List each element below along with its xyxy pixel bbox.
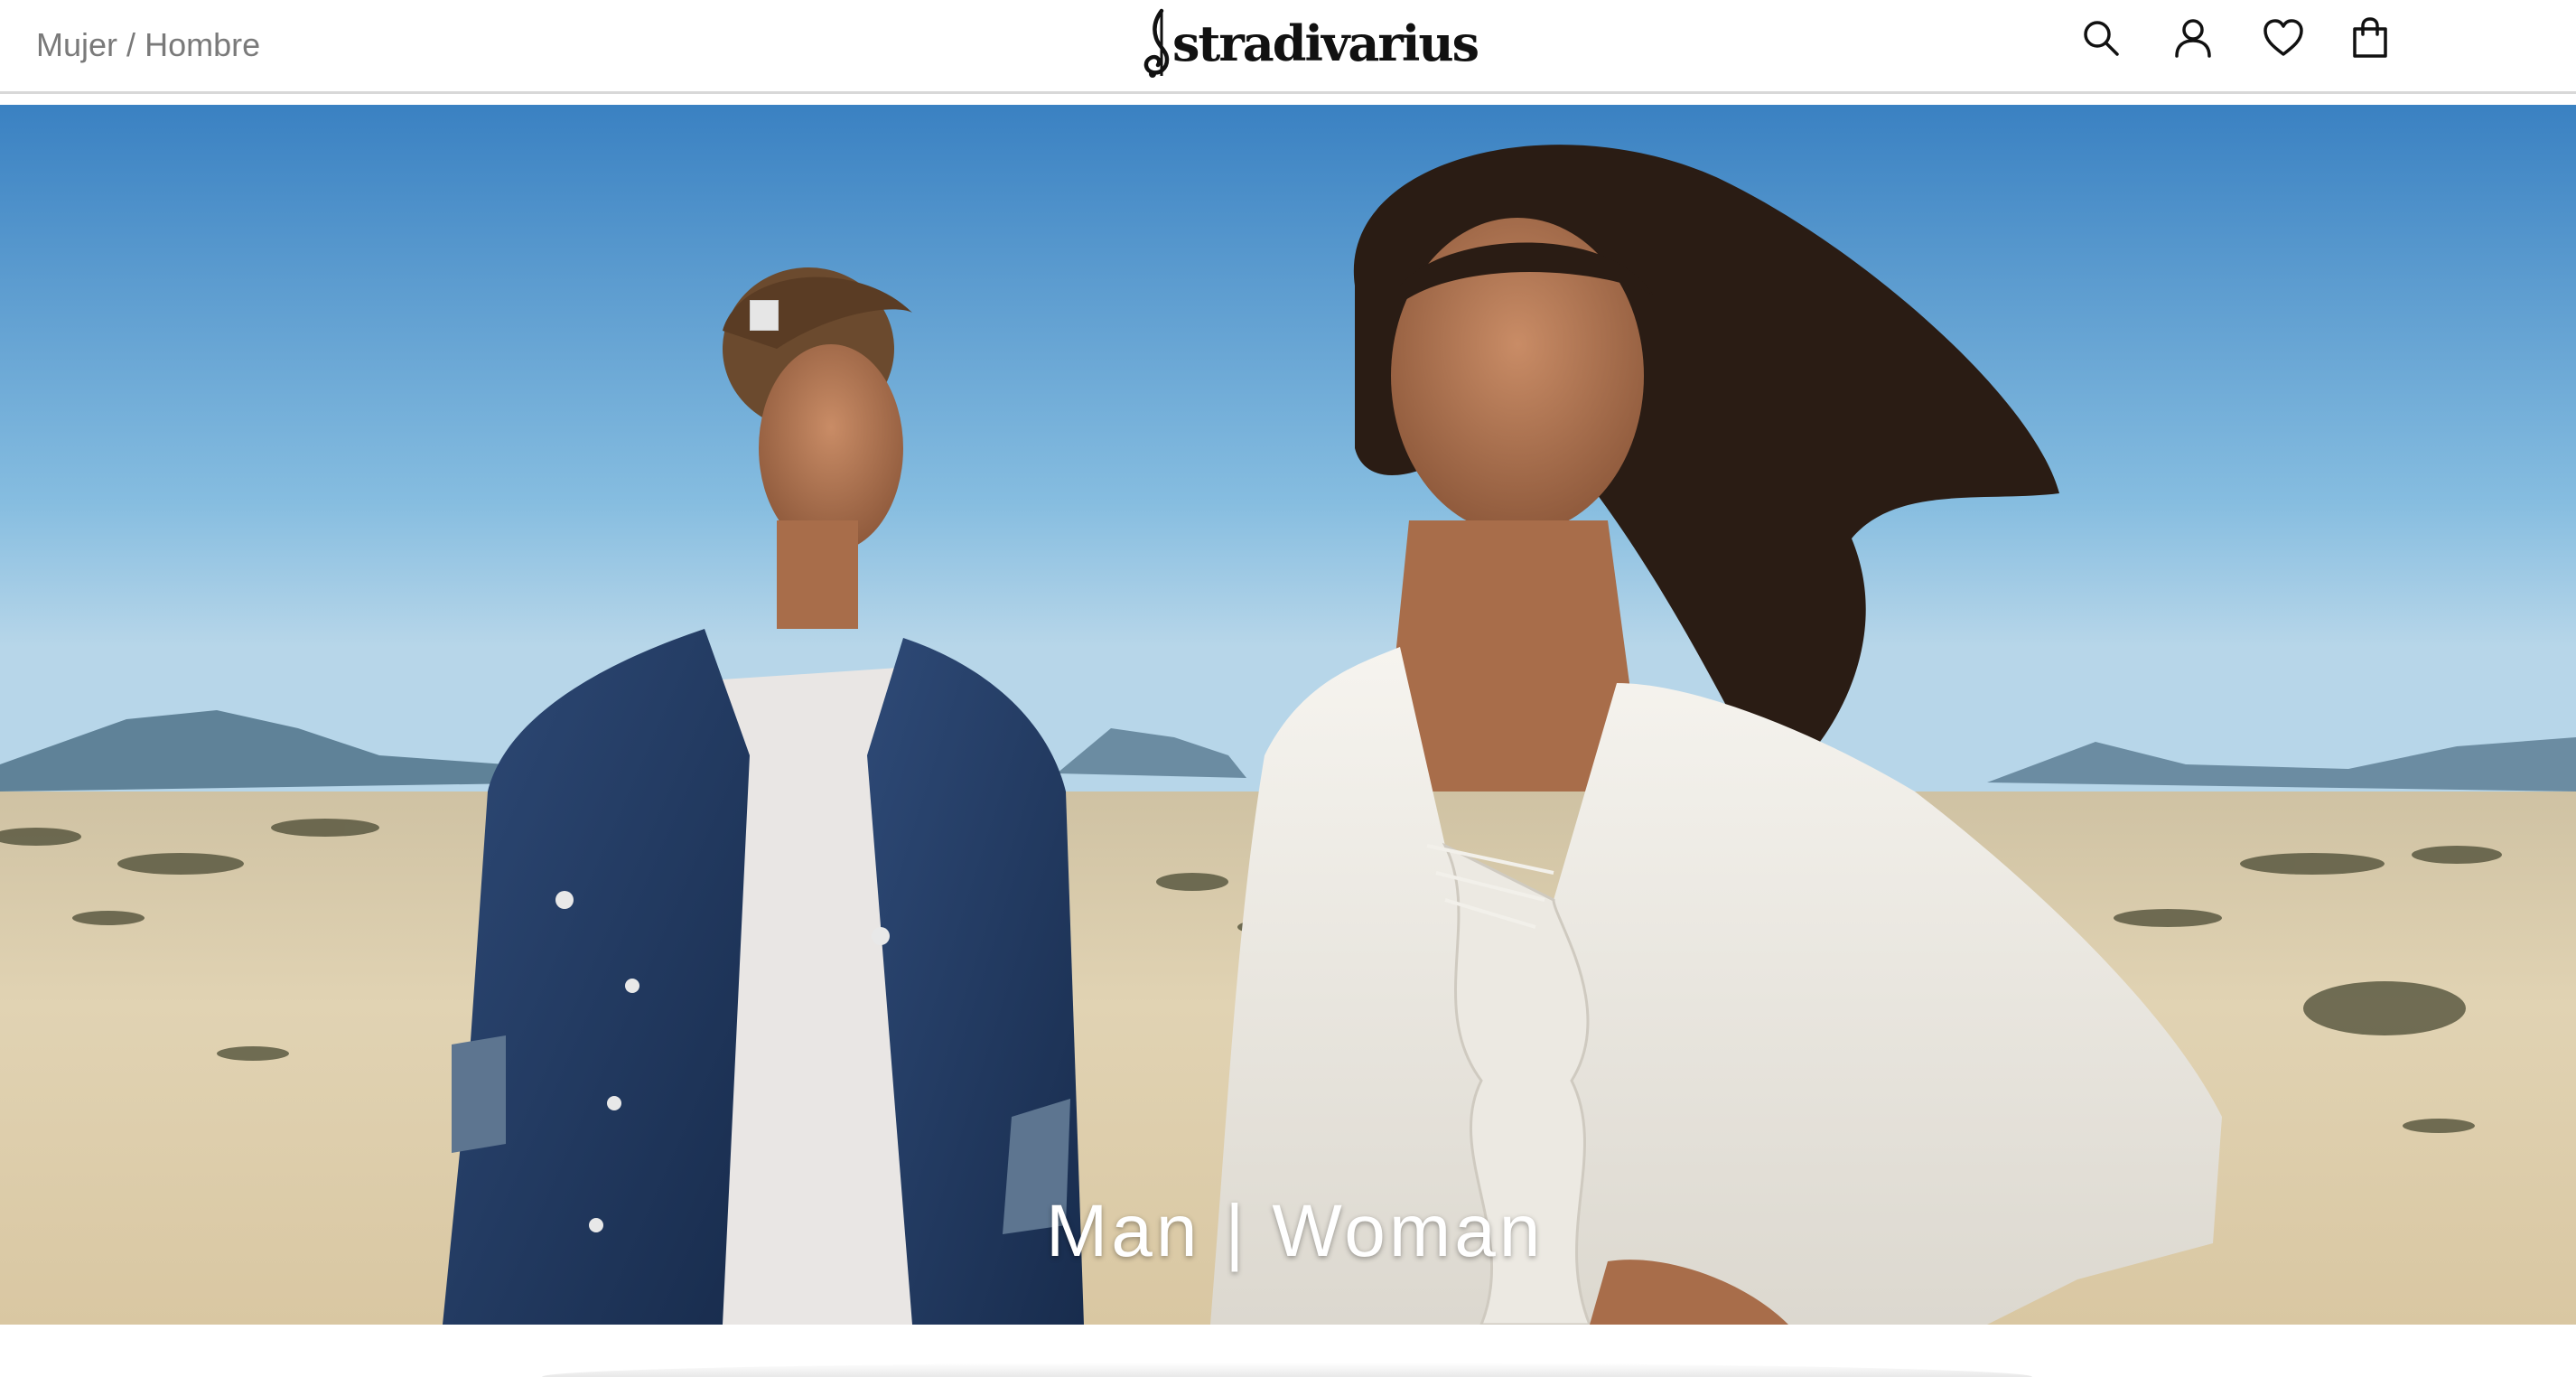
search-icon [2084, 21, 2119, 56]
heart-icon [2263, 19, 2303, 56]
breadcrumb-link-women[interactable]: Mujer [36, 26, 117, 63]
hero-image [0, 105, 2576, 1325]
search-button[interactable] [2079, 16, 2123, 60]
gender-breadcrumb: Mujer / Hombre [36, 25, 260, 65]
wishlist-button[interactable] [2262, 16, 2305, 60]
user-icon [2175, 19, 2211, 58]
breadcrumb-link-men[interactable]: Hombre [145, 26, 260, 63]
hero-caption[interactable]: Man | Woman [1046, 1189, 1544, 1274]
site-header: Mujer / Hombre stradivarius [0, 0, 2576, 94]
logo-wordmark: stradivarius [1172, 14, 1479, 72]
cart-button[interactable] [2348, 16, 2392, 60]
hotspot-marker[interactable] [750, 300, 779, 331]
shopping-bag-icon [2353, 17, 2387, 58]
account-button[interactable] [2171, 16, 2215, 60]
stradivarius-logo[interactable]: stradivarius [1140, 7, 1479, 80]
breadcrumb-separator: / [126, 26, 136, 63]
hero-banner[interactable]: Man | Woman [0, 105, 2576, 1325]
